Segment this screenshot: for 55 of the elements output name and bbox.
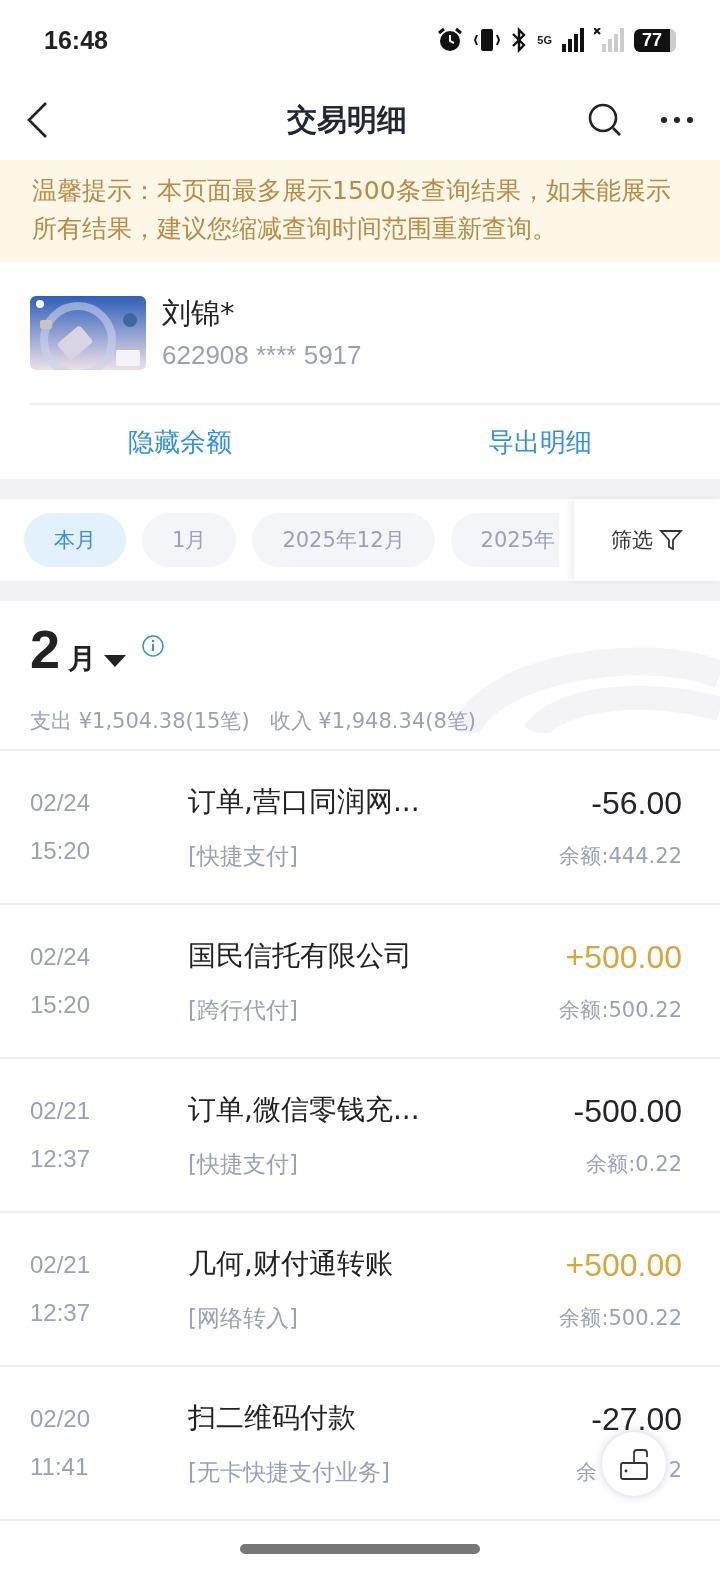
transaction-balance: 2 <box>668 1457 682 1484</box>
transaction-amount: -27.00 <box>590 1400 682 1438</box>
vibrate-icon <box>473 27 502 53</box>
signal-icon <box>561 28 584 52</box>
transaction-channel: [快捷支付] <box>188 1149 299 1179</box>
transaction-title[interactable]: 订单,营口同润网... <box>188 782 560 821</box>
transaction-balance: 余 <box>575 1458 597 1486</box>
transaction-date: 02/20 <box>30 1405 92 1433</box>
transaction-title[interactable]: 扫二维码付款 <box>188 1398 576 1437</box>
month-number[interactable]: 2 <box>30 619 61 679</box>
transaction-channel: [网络转入] <box>188 1303 299 1333</box>
transaction-amount: +500.00 <box>564 1246 682 1284</box>
transaction-title[interactable]: 订单,微信零钱充... <box>188 1090 574 1129</box>
transaction-time: 12:37 <box>30 1145 92 1173</box>
transaction-time: 15:20 <box>30 991 92 1019</box>
transaction-channel: [无卡快捷支付业务] <box>188 1457 391 1487</box>
transaction-balance: 余额:444.22 <box>559 842 682 870</box>
network-label: 5G <box>537 34 552 46</box>
transaction-amount: -56.00 <box>590 784 682 822</box>
search-icon[interactable] <box>588 103 622 137</box>
transaction-channel: [快捷支付] <box>188 841 299 871</box>
month-unit[interactable]: 月 <box>68 639 97 679</box>
transaction-date: 02/24 <box>30 943 92 971</box>
back-icon[interactable] <box>26 101 50 139</box>
transaction-time: 12:37 <box>30 1299 92 1327</box>
alarm-icon <box>437 27 464 53</box>
transaction-balance: 余额:500.22 <box>559 1304 682 1332</box>
unlocked-padlock-icon <box>617 1447 651 1481</box>
account-name: 刘锦* <box>162 295 236 332</box>
transaction-time: 15:20 <box>30 837 92 865</box>
more-icon[interactable] <box>660 116 694 124</box>
transaction-balance: 余额:0.22 <box>586 1150 682 1178</box>
filter-icon <box>659 528 683 552</box>
transaction-title[interactable]: 几何,财付通转账 <box>188 1244 560 1283</box>
info-icon[interactable] <box>142 635 165 657</box>
transaction-date: 02/21 <box>30 1097 92 1125</box>
month-summary: 支出 ¥1,504.38(15笔) 收入 ¥1,948.34(8笔) <box>30 708 477 735</box>
card-number: 622908 **** 5917 <box>162 340 362 371</box>
transaction-balance: 余额:500.22 <box>559 996 682 1024</box>
transaction-amount: +500.00 <box>564 938 682 976</box>
transaction-date: 02/21 <box>30 1251 92 1279</box>
transaction-time: 11:41 <box>30 1453 90 1481</box>
transaction-date: 02/24 <box>30 789 92 817</box>
clock: 16:48 <box>44 25 108 55</box>
transaction-channel: [跨行代付] <box>188 995 299 1025</box>
transaction-title[interactable]: 国民信托有限公司 <box>188 936 560 975</box>
dropdown-caret-icon[interactable] <box>104 655 127 667</box>
bluetooth-icon <box>511 27 528 53</box>
transaction-amount: -500.00 <box>573 1092 682 1130</box>
lock-button[interactable] <box>602 1432 666 1496</box>
signal-icon <box>593 28 624 52</box>
filter-button[interactable]: 筛选 <box>574 499 720 581</box>
notice-text: 温馨提示：本页面最多展示1500条查询结果，如未能展示所有结果，建议您缩减查询时间范围重新查询。 <box>0 160 720 262</box>
battery-level: 77 <box>633 28 676 52</box>
page-title: 交易明细 <box>286 100 408 139</box>
